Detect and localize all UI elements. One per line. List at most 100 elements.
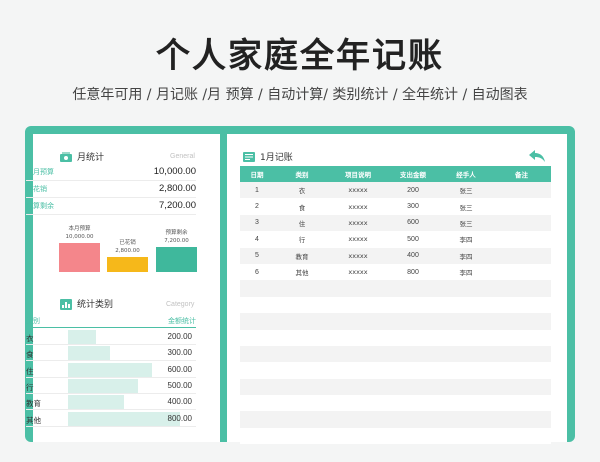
ledger-cell[interactable] [240,395,274,412]
ledger-cell[interactable] [330,411,386,428]
ledger-cell[interactable]: 其他 [274,263,330,281]
ledger-cell[interactable] [330,395,386,412]
ledger-cell[interactable]: 300 [386,198,440,215]
ledger-cell[interactable] [386,329,440,346]
ledger-row[interactable] [240,329,551,346]
ledger-cell[interactable]: 行 [274,231,330,248]
ledger-cell[interactable] [440,329,492,346]
ledger-cell[interactable] [492,395,551,412]
ledger-cell[interactable]: 住 [274,214,330,232]
ledger-cell[interactable]: 500 [386,231,440,248]
ledger-cell[interactable] [492,214,551,232]
ledger-cell[interactable] [330,329,386,346]
ledger-row[interactable] [240,280,551,297]
ledger-cell[interactable] [330,313,386,330]
ledger-row[interactable] [240,345,551,363]
ledger-cell[interactable] [240,345,274,363]
ledger-cell[interactable] [492,345,551,363]
ledger-row[interactable] [240,411,551,428]
ledger-cell[interactable]: 张三 [440,214,492,232]
ledger-row[interactable] [240,427,551,445]
ledger-cell[interactable] [492,296,551,314]
ledger-cell[interactable] [240,313,274,330]
ledger-cell[interactable] [440,362,492,379]
back-arrow-icon[interactable] [528,148,546,162]
ledger-cell[interactable]: 食 [274,198,330,215]
ledger-cell[interactable]: 1 [240,182,274,199]
ledger-cell[interactable] [274,345,330,363]
ledger-cell[interactable] [330,427,386,445]
ledger-cell[interactable]: 教育 [274,247,330,264]
ledger-row[interactable]: 2 食 xxxxx 300 张三 [240,198,551,215]
ledger-cell[interactable] [274,313,330,330]
ledger-cell[interactable]: xxxxx [330,231,386,248]
ledger-cell[interactable] [386,427,440,445]
ledger-cell[interactable] [492,362,551,379]
ledger-cell[interactable] [274,329,330,346]
ledger-cell[interactable]: 5 [240,247,274,264]
ledger-cell[interactable] [440,345,492,363]
ledger-cell[interactable]: 4 [240,231,274,248]
ledger-row[interactable] [240,378,551,396]
ledger-cell[interactable] [386,280,440,297]
ledger-cell[interactable]: xxxxx [330,182,386,199]
ledger-cell[interactable] [240,329,274,346]
ledger-cell[interactable]: 600 [386,214,440,232]
ledger-cell[interactable] [440,427,492,445]
ledger-row[interactable]: 4 行 xxxxx 500 李四 [240,231,551,248]
ledger-cell[interactable] [440,378,492,396]
ledger-cell[interactable] [240,427,274,445]
ledger-cell[interactable] [330,378,386,396]
ledger-row[interactable]: 1 衣 xxxxx 200 张三 [240,182,551,199]
ledger-cell[interactable]: 3 [240,214,274,232]
ledger-cell[interactable] [240,296,274,314]
ledger-cell[interactable] [240,378,274,396]
ledger-cell[interactable] [274,296,330,314]
ledger-cell[interactable] [492,411,551,428]
ledger-cell[interactable] [440,395,492,412]
ledger-cell[interactable]: 张三 [440,198,492,215]
ledger-cell[interactable] [274,280,330,297]
ledger-row[interactable]: 5 教育 xxxxx 400 李四 [240,247,551,264]
ledger-row[interactable]: 3 住 xxxxx 600 张三 [240,214,551,232]
ledger-cell[interactable] [386,395,440,412]
ledger-cell[interactable] [274,411,330,428]
ledger-cell[interactable]: 李四 [440,231,492,248]
ledger-cell[interactable] [492,280,551,297]
ledger-cell[interactable] [440,296,492,314]
ledger-row[interactable] [240,395,551,412]
ledger-cell[interactable]: 李四 [440,247,492,264]
ledger-cell[interactable] [492,231,551,248]
ledger-row[interactable] [240,362,551,379]
ledger-cell[interactable] [386,362,440,379]
ledger-cell[interactable]: 李四 [440,263,492,281]
ledger-cell[interactable]: 衣 [274,182,330,199]
ledger-cell[interactable]: xxxxx [330,198,386,215]
ledger-cell[interactable] [492,378,551,396]
ledger-cell[interactable] [274,362,330,379]
ledger-cell[interactable] [274,395,330,412]
ledger-cell[interactable] [330,296,386,314]
ledger-cell[interactable] [492,198,551,215]
ledger-cell[interactable] [274,378,330,396]
ledger-cell[interactable] [330,345,386,363]
ledger-cell[interactable] [330,362,386,379]
ledger-cell[interactable]: 400 [386,247,440,264]
ledger-cell[interactable]: xxxxx [330,247,386,264]
ledger-cell[interactable] [440,411,492,428]
ledger-cell[interactable] [492,427,551,445]
ledger-cell[interactable] [240,280,274,297]
ledger-cell[interactable] [492,182,551,199]
ledger-cell[interactable] [274,427,330,445]
ledger-cell[interactable]: 2 [240,198,274,215]
ledger-row[interactable] [240,313,551,330]
ledger-row[interactable] [240,296,551,314]
ledger-cell[interactable] [492,263,551,281]
ledger-cell[interactable]: 张三 [440,182,492,199]
ledger-cell[interactable]: 800 [386,263,440,281]
ledger-cell[interactable] [386,411,440,428]
ledger-cell[interactable] [386,378,440,396]
ledger-cell[interactable] [440,313,492,330]
ledger-cell[interactable]: xxxxx [330,263,386,281]
ledger-cell[interactable] [492,247,551,264]
